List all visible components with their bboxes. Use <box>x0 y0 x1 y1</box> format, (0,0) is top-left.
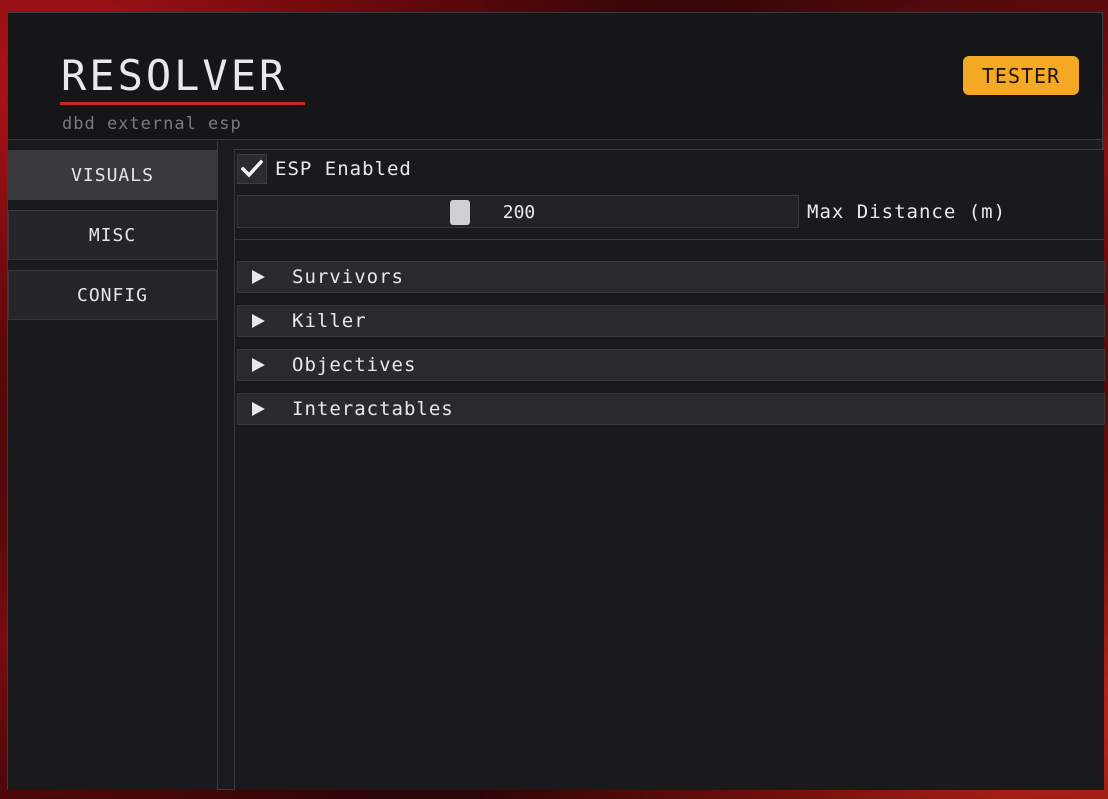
esp-enabled-row: ESP Enabled <box>237 153 412 185</box>
app-window: RESOLVER dbd external esp TESTER VISUALS… <box>7 12 1105 790</box>
app-logo: RESOLVER <box>61 51 288 100</box>
section-label: Killer <box>292 310 367 332</box>
separator <box>235 239 1105 240</box>
max-distance-label: Max Distance (m) <box>807 200 1007 223</box>
app-subtitle: dbd external esp <box>62 114 242 134</box>
sidebar: VISUALS MISC CONFIG <box>8 141 218 790</box>
checkmark-icon <box>241 159 263 178</box>
triangle-right-icon <box>252 314 265 328</box>
section-label: Objectives <box>292 354 417 376</box>
logo-underline <box>60 102 305 105</box>
sidebar-item-config[interactable]: CONFIG <box>8 270 217 320</box>
header: RESOLVER dbd external esp TESTER <box>8 13 1102 140</box>
section-killer[interactable]: Killer <box>237 305 1105 337</box>
triangle-right-icon <box>252 270 265 284</box>
section-survivors[interactable]: Survivors <box>237 261 1105 293</box>
max-distance-row: 200 Max Distance (m) <box>237 195 1097 228</box>
triangle-right-icon <box>252 358 265 372</box>
sidebar-item-misc[interactable]: MISC <box>8 210 217 260</box>
tester-badge: TESTER <box>963 56 1079 95</box>
max-distance-value: 200 <box>502 202 536 223</box>
section-objectives[interactable]: Objectives <box>237 349 1105 381</box>
triangle-right-icon <box>252 402 265 416</box>
visuals-panel: ESP Enabled 200 Max Distance (m) Survivo… <box>234 149 1105 790</box>
section-interactables[interactable]: Interactables <box>237 393 1105 425</box>
section-label: Interactables <box>292 398 454 420</box>
esp-enabled-checkbox[interactable] <box>237 154 267 184</box>
max-distance-slider[interactable]: 200 <box>237 195 799 228</box>
section-label: Survivors <box>292 266 404 288</box>
sidebar-item-visuals[interactable]: VISUALS <box>8 150 217 200</box>
esp-enabled-label: ESP Enabled <box>275 158 412 180</box>
